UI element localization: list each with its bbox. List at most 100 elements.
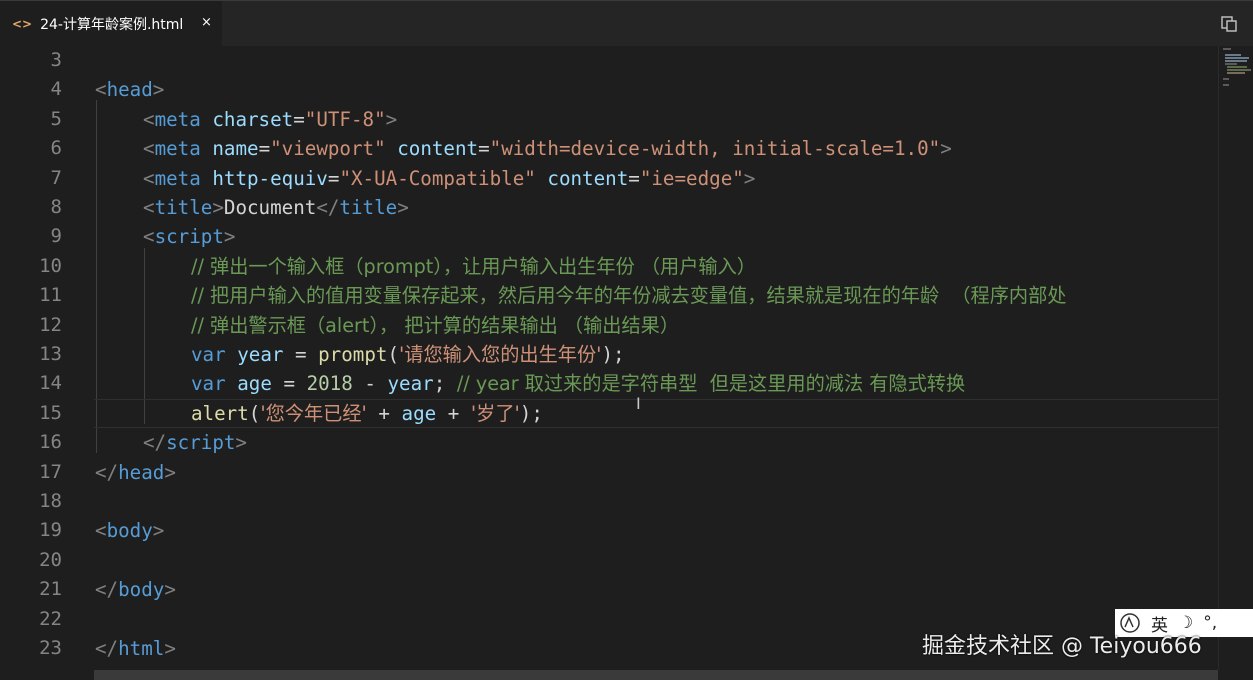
- title-text: Document: [223, 196, 317, 219]
- operator: +: [447, 401, 460, 425]
- tag-bracket: <: [95, 78, 107, 102]
- code-line: <title>Document</title>: [143, 193, 409, 222]
- attr-value: "UTF-8": [304, 107, 386, 131]
- tag-bracket: <: [143, 166, 155, 190]
- operator: =: [283, 372, 295, 396]
- tab-title: 24-计算年龄案例.html: [40, 17, 184, 33]
- code-line: <head>: [95, 75, 164, 104]
- equals: =: [628, 166, 640, 190]
- code-line: // 弹出一个输入框（prompt），让用户输入出生年份 （用户输入）: [191, 252, 756, 281]
- operator: -: [364, 372, 376, 396]
- equals: =: [327, 166, 340, 190]
- tag-name: script: [154, 225, 224, 249]
- code-line: <body>: [95, 516, 164, 545]
- line-number: 6: [50, 137, 62, 160]
- number-literal: 2018: [306, 372, 353, 396]
- attr-name: name: [212, 137, 259, 161]
- code-line: <script>: [143, 222, 235, 251]
- tag-bracket: >: [397, 196, 409, 219]
- tag-bracket: >: [212, 196, 224, 219]
- minimap-line: [1227, 72, 1245, 74]
- horizontal-scrollbar[interactable]: [94, 670, 1218, 680]
- attr-value: "viewport": [270, 137, 386, 161]
- variable: year: [387, 372, 434, 396]
- tag-bracket: >: [940, 137, 952, 161]
- string-literal: '您今年已经': [260, 401, 367, 425]
- tag-bracket: >: [152, 78, 165, 102]
- tag-bracket: >: [164, 578, 176, 602]
- attr-name: charset: [212, 107, 294, 131]
- tag-bracket: >: [385, 107, 398, 131]
- tag-name: head: [118, 460, 165, 484]
- string-literal: '请您输入您的出生年份': [399, 343, 602, 366]
- tag-bracket: >: [235, 431, 247, 455]
- equals: =: [258, 137, 271, 161]
- line-number: 15: [39, 401, 62, 424]
- line-number: 20: [39, 548, 62, 571]
- code-line: </html>: [95, 634, 176, 663]
- tag-name: html: [118, 637, 165, 660]
- tag-bracket: >: [223, 225, 236, 249]
- equals: =: [293, 107, 305, 131]
- punctuation-icon[interactable]: °,: [1203, 613, 1217, 633]
- attr-name: content: [547, 166, 629, 190]
- tag-bracket: <: [143, 137, 155, 161]
- line-number: 11: [39, 284, 62, 307]
- paren: (: [248, 401, 261, 425]
- text-cursor-icon: I: [636, 394, 641, 413]
- attr-value: "width=device-width, initial-scale=1.0": [489, 137, 941, 161]
- line-number: 23: [39, 637, 62, 659]
- variable: year: [237, 343, 284, 366]
- tag-name: meta: [154, 166, 201, 190]
- html-file-icon: <>: [12, 17, 33, 31]
- paren: );: [601, 343, 625, 366]
- string-literal: '岁了': [470, 401, 520, 425]
- line-number: 13: [39, 343, 62, 365]
- line-number: 7: [50, 166, 62, 189]
- keyword: var: [191, 372, 226, 396]
- variable: age: [401, 401, 437, 425]
- comment: // 弹出一个输入框（prompt），让用户输入出生年份 （用户输入）: [191, 254, 756, 278]
- tag-bracket: >: [743, 166, 756, 190]
- tag-bracket: <: [95, 519, 107, 543]
- minimap-line: [1225, 63, 1237, 65]
- close-tab-icon[interactable]: ×: [201, 15, 212, 30]
- minimap-line: [1227, 69, 1251, 71]
- line-number: 19: [39, 519, 62, 542]
- comment: // 把用户输入的值用变量保存起来，然后用今年的年份减去变量值，结果就是现在的年…: [191, 284, 1067, 308]
- line-number: 14: [39, 372, 62, 395]
- comment: // year 取过来的是字符串型 但是这里用的减法 有隐式转换: [456, 372, 966, 396]
- file-tab-active[interactable]: <> 24-计算年龄案例.html ×: [0, 1, 222, 47]
- paren: (: [387, 343, 399, 366]
- code-line: </script>: [143, 428, 247, 457]
- minimap[interactable]: [1218, 46, 1253, 670]
- tag-bracket: <: [143, 225, 155, 249]
- line-number: 16: [39, 431, 62, 454]
- keyword: var: [191, 343, 226, 366]
- tag-bracket: >: [164, 637, 176, 660]
- paren: );: [519, 401, 543, 425]
- tag-name: body: [106, 519, 153, 543]
- editor-tab-bar: <> 24-计算年龄案例.html ×: [0, 0, 1253, 47]
- code-line: </head>: [95, 458, 176, 487]
- watermark: 掘金技术社区 @ Teiyou666: [922, 634, 1202, 659]
- tag-bracket: >: [152, 519, 165, 543]
- attr-name: content: [397, 137, 479, 161]
- tag-bracket: </: [316, 196, 340, 219]
- open-changes-icon[interactable]: [1220, 15, 1238, 33]
- line-number: 3: [50, 49, 62, 71]
- function-name: prompt: [318, 343, 388, 366]
- tag-bracket: </: [95, 578, 119, 602]
- operator: =: [295, 343, 307, 366]
- semicolon: ;: [433, 372, 446, 396]
- code-line: var age = 2018 - year; // year 取过来的是字符串型…: [191, 369, 965, 398]
- attr-name: http-equiv: [212, 166, 328, 190]
- tag-name: title: [154, 196, 213, 219]
- line-number: 9: [50, 225, 62, 248]
- line-number: 5: [50, 107, 62, 130]
- operator: +: [378, 401, 390, 425]
- code-editor[interactable]: 3 4 5 6 7 8 9 10 11 12 13 14 15 16 17 18…: [0, 46, 1218, 670]
- line-number: 10: [39, 254, 62, 277]
- minimap-line: [1225, 57, 1249, 59]
- tag-bracket: </: [95, 637, 119, 660]
